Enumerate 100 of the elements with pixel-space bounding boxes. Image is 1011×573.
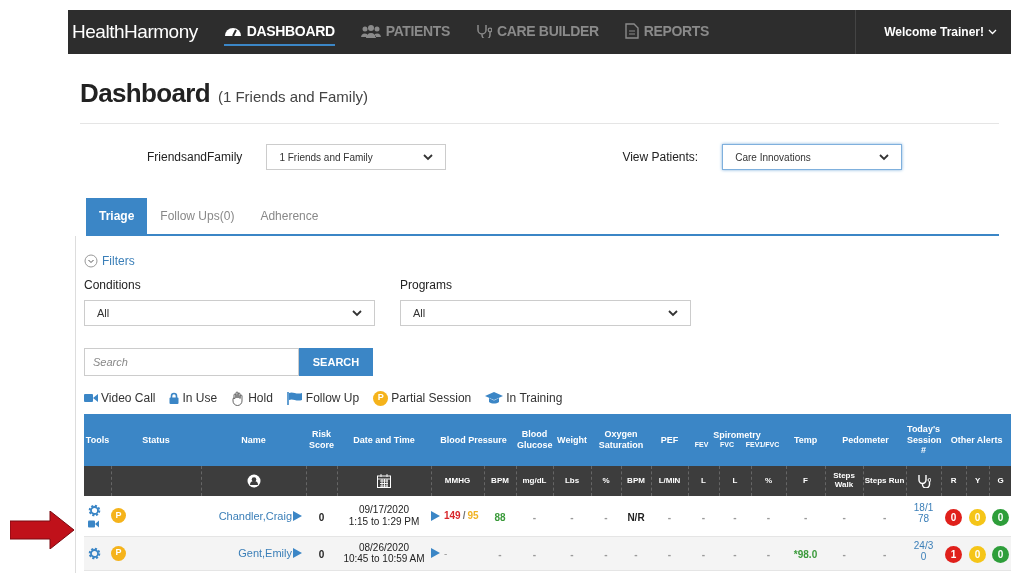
field-label: View Patients: xyxy=(622,149,699,166)
unit-label: R xyxy=(950,475,957,485)
field-label: Programs xyxy=(400,277,453,294)
table-cell: - xyxy=(766,549,771,560)
column-header: Oxygen Saturation xyxy=(598,429,644,450)
session-count-link[interactable]: 24/30 xyxy=(911,539,936,562)
chevron-down-icon xyxy=(423,153,434,161)
column-header: Tools xyxy=(85,434,110,445)
lock-icon xyxy=(169,392,180,404)
flag-icon xyxy=(286,391,303,405)
chevron-down-icon xyxy=(352,309,362,317)
stethoscope-icon xyxy=(916,474,931,488)
alert-count-badge: 0 xyxy=(992,508,1010,526)
nav-link[interactable]: REPORTS xyxy=(624,18,709,46)
nav-link[interactable]: CARE BUILDER xyxy=(476,18,599,46)
unit-label: BPM xyxy=(627,475,645,485)
table-cell: - xyxy=(532,511,537,523)
table-cell: - xyxy=(532,549,537,560)
risk-score: 0 xyxy=(318,549,325,560)
page-subtitle: (1 Friends and Family) xyxy=(217,87,368,107)
filters-toggle[interactable]: Filters xyxy=(102,252,135,270)
table-cell: - xyxy=(667,511,672,523)
alert-count-badge: 0 xyxy=(969,508,987,526)
session-date: 08/26/2020 xyxy=(357,541,411,553)
chevron-down-icon xyxy=(988,29,997,35)
table-cell: - xyxy=(842,549,846,560)
legend-label: Follow Up xyxy=(305,390,360,407)
table-cell: - xyxy=(498,549,502,560)
table-cell: - xyxy=(733,549,737,560)
tab[interactable]: Adherence xyxy=(247,198,332,234)
session-date: 09/17/2020 xyxy=(357,504,411,516)
column-header: Blood Glucose xyxy=(517,429,553,450)
legend-label: In Use xyxy=(182,390,218,407)
table-cell: - xyxy=(667,549,672,560)
profile-icon xyxy=(246,474,261,488)
field-label: Conditions xyxy=(84,277,142,294)
column-header: Temp xyxy=(793,434,818,445)
table-cell: - xyxy=(842,511,846,523)
page-title: Dashboard xyxy=(80,77,210,110)
tab[interactable]: Follow Ups(0) xyxy=(147,198,248,234)
dropdown[interactable]: All xyxy=(400,300,691,326)
separator: / xyxy=(462,509,466,524)
unit-label: L/MIN xyxy=(658,475,681,485)
column-header: Today's Session # xyxy=(907,423,942,456)
session-time: 1:15 to 1:29 PM xyxy=(347,515,421,528)
logo[interactable]: HealthHarmony xyxy=(72,17,198,47)
table-cell: 88 xyxy=(494,511,506,523)
session-count-link[interactable]: 18/178 xyxy=(911,502,936,525)
unit-label: BPM xyxy=(491,475,509,485)
search-field[interactable]: Search xyxy=(84,348,299,376)
field-label: FriendsandFamily xyxy=(147,149,243,166)
status-badge: P xyxy=(111,545,126,561)
play-icon[interactable] xyxy=(431,548,440,558)
dropdown[interactable]: Care Innovations xyxy=(722,144,903,170)
people-icon xyxy=(360,24,381,38)
tab[interactable]: Triage xyxy=(86,198,148,234)
settings-icon[interactable] xyxy=(88,546,101,560)
legend-label: In Training xyxy=(506,390,563,407)
table-cell: - xyxy=(701,549,706,560)
table-cell: - xyxy=(570,511,574,523)
blood-pressure-value: - xyxy=(444,546,448,561)
chevron-circle-icon[interactable] xyxy=(84,254,98,268)
table-cell: N/R xyxy=(627,511,645,523)
nav-link[interactable]: PATIENTS xyxy=(360,18,451,46)
table-cell: - xyxy=(604,511,608,523)
table-cell: - xyxy=(882,511,887,523)
search-button[interactable]: SEARCH xyxy=(299,348,373,376)
hand-icon xyxy=(231,390,246,406)
table-cell: - xyxy=(733,511,737,523)
column-header: Risk Score xyxy=(309,429,334,450)
alert-count-badge: 1 xyxy=(945,546,963,563)
play-icon[interactable] xyxy=(431,510,440,521)
user-menu[interactable]: Welcome Trainer! xyxy=(884,23,984,41)
video-camera-icon[interactable] xyxy=(88,519,99,528)
play-icon[interactable] xyxy=(293,510,302,521)
settings-icon[interactable] xyxy=(88,503,101,517)
unit-label: Lbs xyxy=(564,475,580,485)
patient-name-link[interactable]: Gent,Emily xyxy=(238,544,292,562)
nav-link[interactable]: DASHBOARD xyxy=(223,18,335,46)
unit-label: G xyxy=(997,475,1004,485)
risk-score: 0 xyxy=(318,511,325,523)
play-icon[interactable] xyxy=(293,548,302,558)
document-icon xyxy=(624,23,639,39)
table-cell: - xyxy=(634,549,638,560)
unit-label: % xyxy=(602,475,610,485)
dropdown[interactable]: 1 Friends and Family xyxy=(266,144,447,170)
graduation-cap-icon xyxy=(485,391,504,405)
column-header: Spirometry xyxy=(712,430,762,442)
patient-name-link[interactable]: Chandler,Craig xyxy=(218,507,292,524)
alert-count-badge: 0 xyxy=(992,546,1010,563)
status-badge: P xyxy=(111,508,126,524)
unit-label: Steps Walk xyxy=(833,471,855,489)
column-header: Blood Pressure xyxy=(440,434,507,445)
unit-label: F xyxy=(803,475,808,485)
unit-label: L xyxy=(701,475,706,485)
unit-label: Y xyxy=(974,475,981,485)
column-header: Other Alerts xyxy=(950,434,1003,445)
dropdown[interactable]: All xyxy=(84,300,375,326)
table-cell: - xyxy=(570,549,574,560)
arrow-icon xyxy=(10,511,74,549)
